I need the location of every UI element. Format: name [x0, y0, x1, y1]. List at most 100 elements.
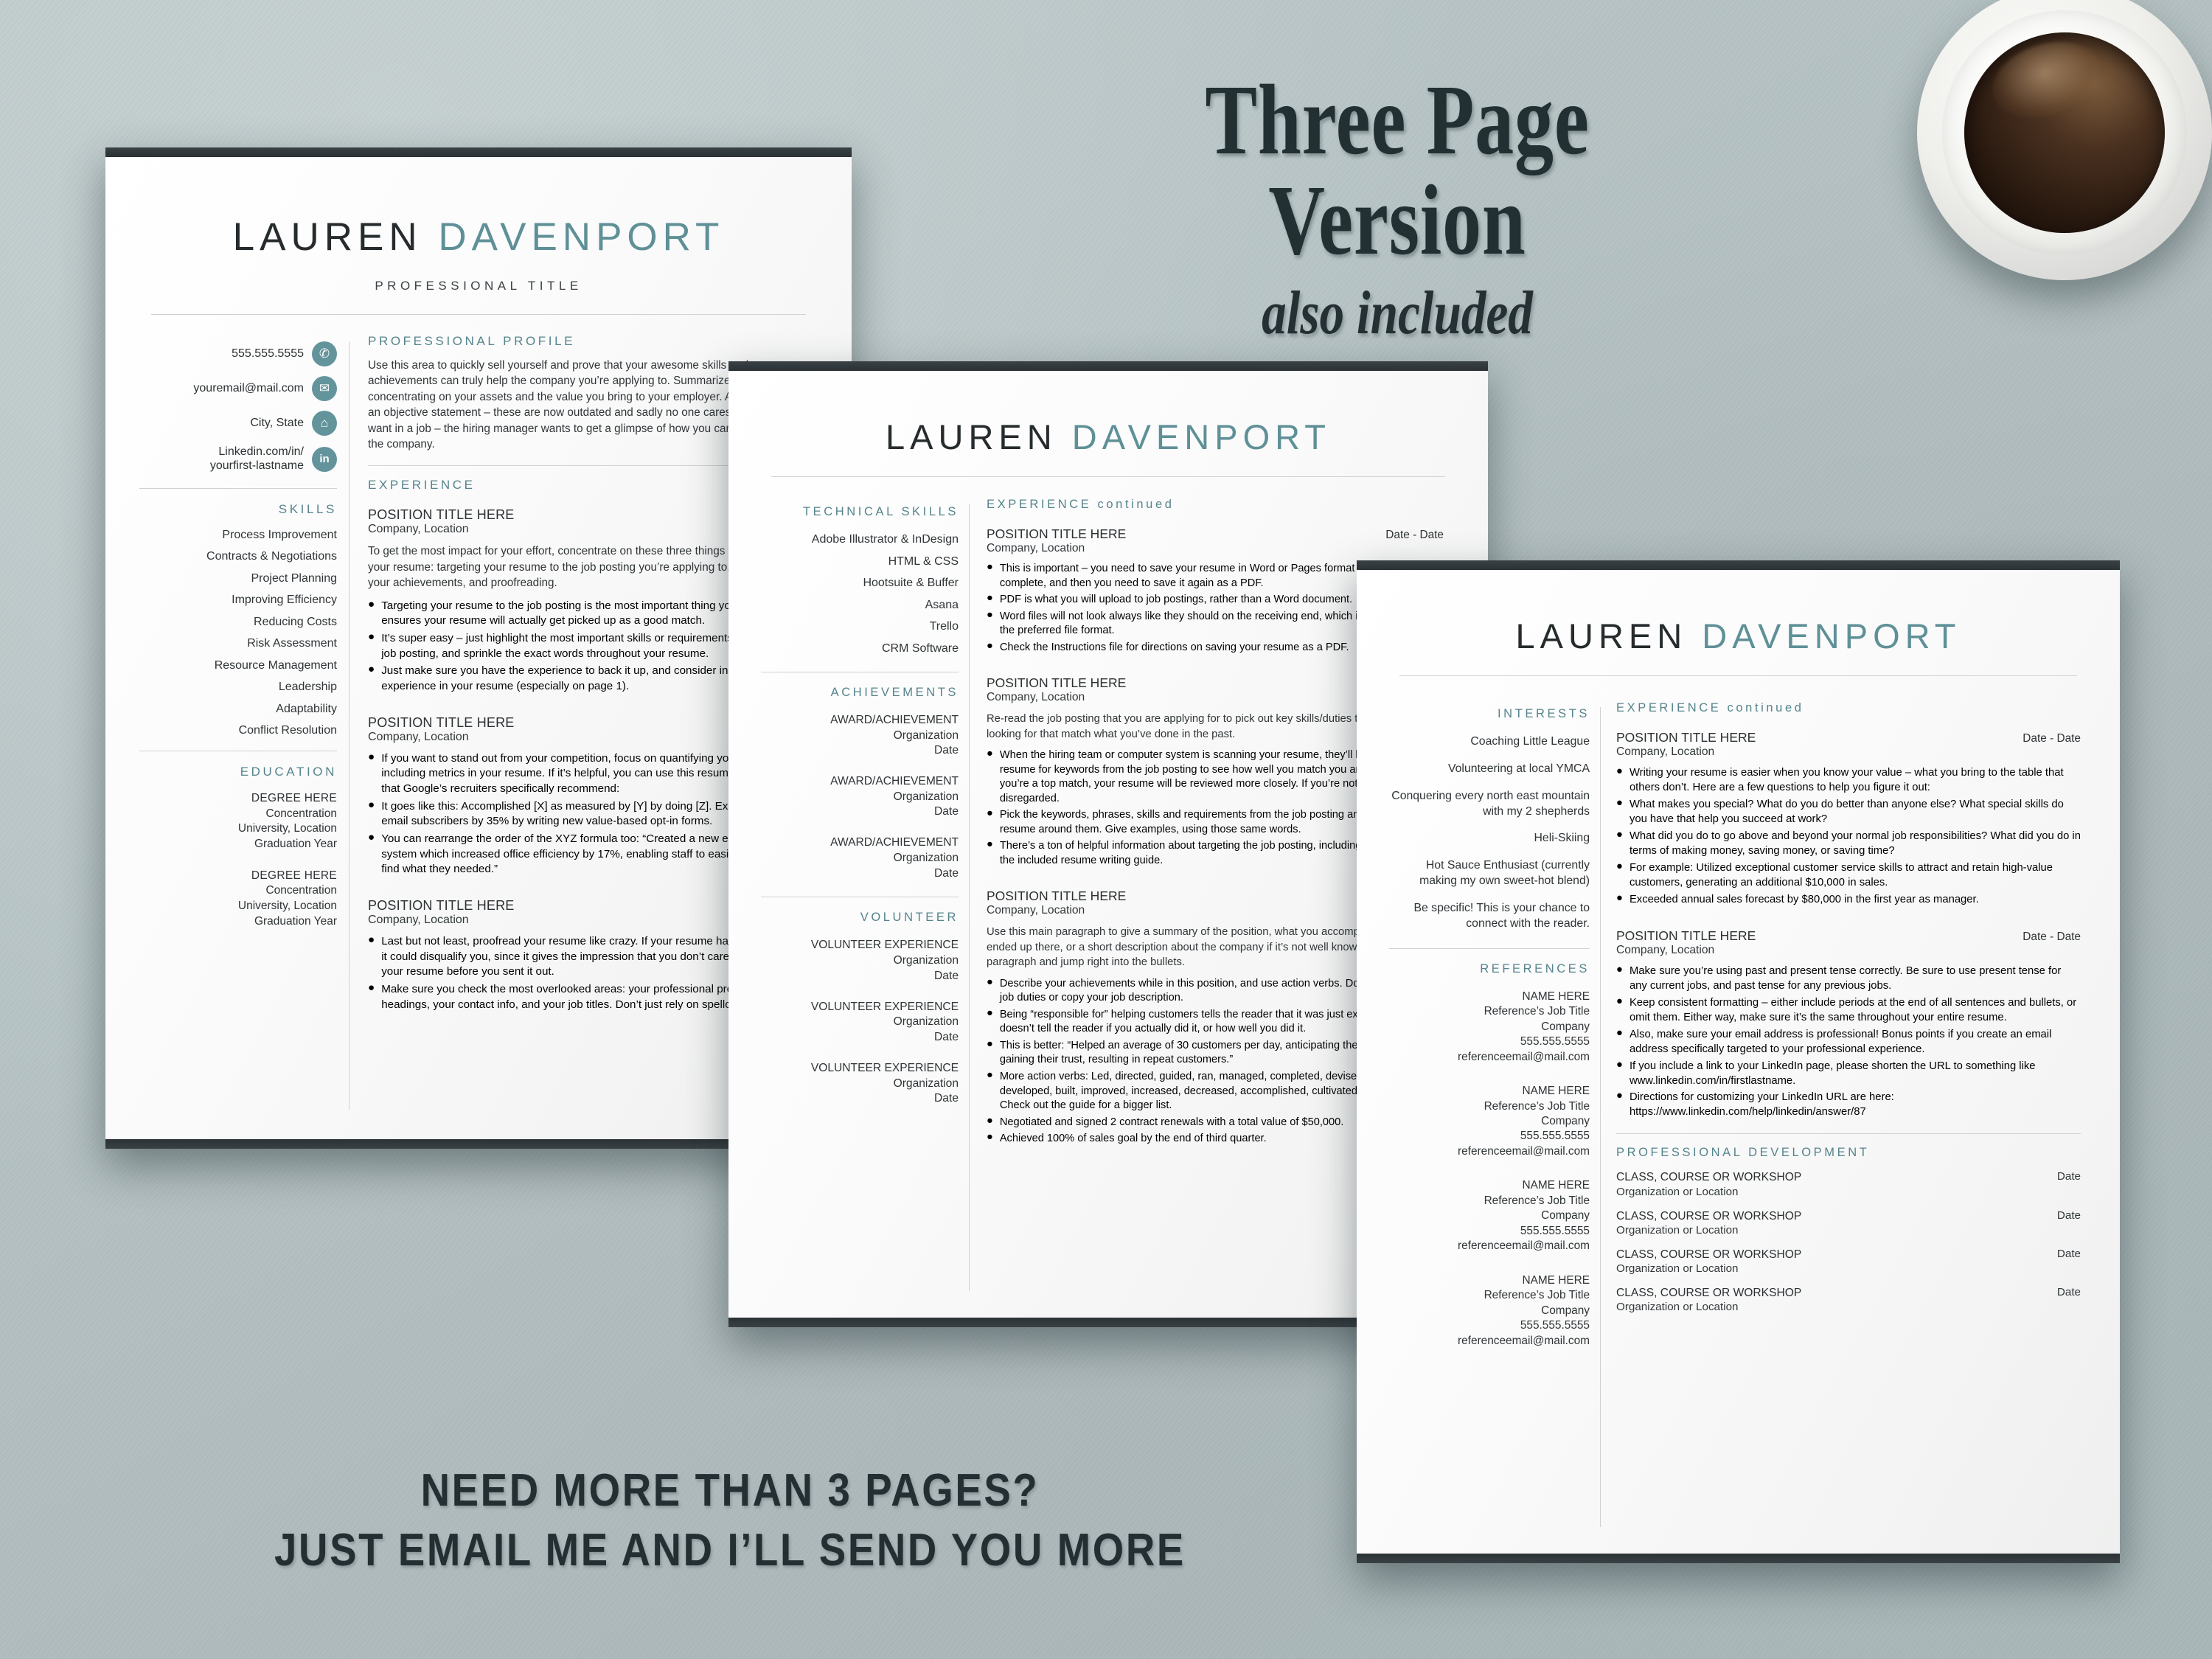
contact-text: 555.555.5555 [232, 347, 304, 361]
bullet-dot: ● [368, 630, 375, 643]
job-header: POSITION TITLE HERE Company, Location Date… [1616, 730, 2081, 759]
technical-skill-item: HTML & CSS [888, 554, 959, 568]
first-name: LAUREN [232, 215, 422, 259]
technical-skill-item: Trello [929, 620, 959, 633]
volunteer-item-org: Organization [893, 1015, 959, 1029]
bullet-dot: ● [1616, 1026, 1623, 1039]
job-bullets: ● Make sure you’re using past and present… [1616, 964, 2081, 1121]
volunteer-list: VOLUNTEER EXPERIENCE Organization Date VOLU… [761, 938, 959, 1107]
achievement-item-title: AWARD/ACHIEVEMENT [830, 774, 959, 787]
experience-continued-heading: EXPERIENCE continued [1616, 701, 1804, 714]
email-icon[interactable]: ✉ [312, 376, 337, 401]
job-date: Date - Date [1385, 529, 1444, 541]
experience-item: POSITION TITLE HERE Company, Location Date… [1616, 928, 2081, 1121]
reference-phone: 555.555.5555 [1520, 1130, 1590, 1143]
bullet-text: Achieved 100% of sales goal by the end o… [999, 1133, 1267, 1145]
contact-line: City, State [250, 416, 304, 429]
resume-page-3[interactable]: LAUREN DAVENPORT INTERESTS Coaching Litt… [1357, 560, 2120, 1563]
bullet-dot: ● [987, 1006, 993, 1019]
first-name: LAUREN [1515, 616, 1688, 655]
skill-item: Adaptability [276, 702, 337, 715]
bullet-dot: ● [987, 748, 993, 760]
reference-title: Reference’s Job Title [1484, 1194, 1590, 1207]
development-item: CLASS, COURSE OR WORKSHOP Organization or… [1616, 1170, 2081, 1197]
bullet-text: If you include a link to your LinkedIn p… [1629, 1060, 2036, 1087]
contact-row: youremail@mail.com ✉ [139, 376, 337, 401]
interest-item: Hot Sauce Enthusiast (currently making m… [1419, 859, 1590, 888]
first-name: LAUREN [886, 417, 1057, 456]
reference-company: Company [1541, 1209, 1590, 1222]
job-identity: POSITION TITLE HERE Company, Location [1616, 730, 1756, 759]
reference-title: Reference’s Job Title [1484, 1099, 1590, 1113]
bullet-text: Writing your resume is easier when you k… [1629, 767, 2064, 793]
volunteer-item: VOLUNTEER EXPERIENCE Organization Date [761, 938, 959, 984]
home-icon[interactable]: ⌂ [312, 411, 337, 436]
technical-skill-item: Hootsuite & Buffer [863, 577, 959, 590]
reference-phone: 555.555.5555 [1520, 1035, 1590, 1048]
page-3-main: EXPERIENCE continued POSITION TITLE HERE… [1616, 701, 2081, 1324]
contact-line: yourfirst-lastname [209, 459, 304, 472]
job-company: Company, Location [987, 904, 1085, 917]
bullet-text: Keep consistent formatting – either incl… [1629, 996, 2077, 1023]
interest-item: Coaching Little League [1470, 735, 1590, 748]
last-name: DAVENPORT [438, 215, 725, 259]
reference-email: referenceemail@mail.com [1458, 1239, 1590, 1253]
volunteer-item-title: VOLUNTEER EXPERIENCE [810, 1000, 959, 1013]
page-3-name: LAUREN DAVENPORT [1357, 616, 2120, 656]
page-3-sidebar: INTERESTS Coaching Little League Voluntee… [1389, 707, 1590, 1368]
bullet-dot: ● [987, 1068, 993, 1081]
bullet-dot: ● [987, 1131, 993, 1144]
header-divider [151, 314, 806, 315]
bullet-dot: ● [1616, 1058, 1623, 1071]
development-identity: CLASS, COURSE OR WORKSHOP Organization or… [1616, 1209, 1801, 1237]
education-concentration: Concentration [265, 884, 337, 897]
reference-name: NAME HERE [1522, 1085, 1590, 1098]
experience-list: POSITION TITLE HERE Company, Location Date… [1616, 730, 2081, 1120]
bullet-text: Also, make sure your email address is pr… [1629, 1028, 2052, 1055]
bullet-text: Exceeded annual sales forecast by $80,00… [1629, 893, 1979, 905]
skill-item: Reducing Costs [254, 615, 337, 628]
contact-text: youremail@mail.com [193, 382, 304, 396]
education-degree: DEGREE HERE [251, 869, 337, 882]
bullet-dot: ● [1616, 963, 1623, 975]
development-date: Date [2056, 1170, 2081, 1183]
technical-skill-item: CRM Software [881, 641, 959, 655]
development-date: Date [2056, 1286, 2081, 1299]
development-identity: CLASS, COURSE OR WORKSHOP Organization or… [1616, 1286, 1801, 1313]
contact-line: youremail@mail.com [193, 381, 304, 394]
professional-development-heading: PROFESSIONAL DEVELOPMENT [1616, 1146, 1870, 1160]
bullet-dot: ● [368, 981, 375, 995]
education-degree: DEGREE HERE [251, 792, 337, 805]
reference-title: Reference’s Job Title [1484, 1005, 1590, 1018]
reference-phone: 555.555.5555 [1520, 1224, 1590, 1237]
achievements-heading: ACHIEVEMENTS [830, 685, 959, 699]
bullet-text: For example: Utilized exceptional custom… [1629, 861, 2053, 888]
job-identity: POSITION TITLE HERE Company, Location [987, 526, 1126, 555]
contact-row: Linkedin.com/in/yourfirst-lastname in [139, 445, 337, 473]
job-title: POSITION TITLE HERE [987, 888, 1127, 904]
interest-item: Conquering every north east mountain wit… [1391, 789, 1590, 818]
reference-item: NAME HERE Reference’s Job Title Company 555… [1389, 1178, 1590, 1253]
bullet-text: What did you do to go above and beyond y… [1629, 830, 2081, 857]
volunteer-item-org: Organization [893, 954, 959, 967]
bullet-item: ● Writing your resume is easier when you … [1616, 766, 2081, 796]
last-name: DAVENPORT [1071, 417, 1331, 456]
development-item: CLASS, COURSE OR WORKSHOP Organization or… [1616, 1248, 2081, 1275]
reference-item: NAME HERE Reference’s Job Title Company 555… [1389, 990, 1590, 1065]
volunteer-item-org: Organization [893, 1077, 959, 1090]
bullet-item: ● What makes you special? What do you do … [1616, 798, 2081, 827]
bullet-dot: ● [368, 798, 375, 811]
sidebar-divider-1 [139, 487, 337, 489]
experience-continued-heading: EXPERIENCE continued [987, 498, 1175, 511]
phone-icon[interactable]: ✆ [312, 341, 337, 366]
development-title: CLASS, COURSE OR WORKSHOP [1616, 1248, 1802, 1261]
technical-skills-list: Adobe Illustrator & InDesign HTML & CSS Ho… [761, 533, 959, 655]
job-company: Company, Location [1616, 943, 1715, 956]
bullet-item: ● What did you do to go above and beyond … [1616, 829, 2081, 859]
contact-row: City, State ⌂ [139, 411, 337, 436]
skill-item: Project Planning [251, 571, 337, 585]
bullet-item: ● Directions for customizing your LinkedI… [1616, 1091, 2081, 1120]
bullet-item: ● If you include a link to your LinkedIn … [1616, 1058, 2081, 1089]
linkedin-icon[interactable]: in [312, 446, 337, 472]
development-org: Organization or Location [1616, 1301, 1739, 1314]
